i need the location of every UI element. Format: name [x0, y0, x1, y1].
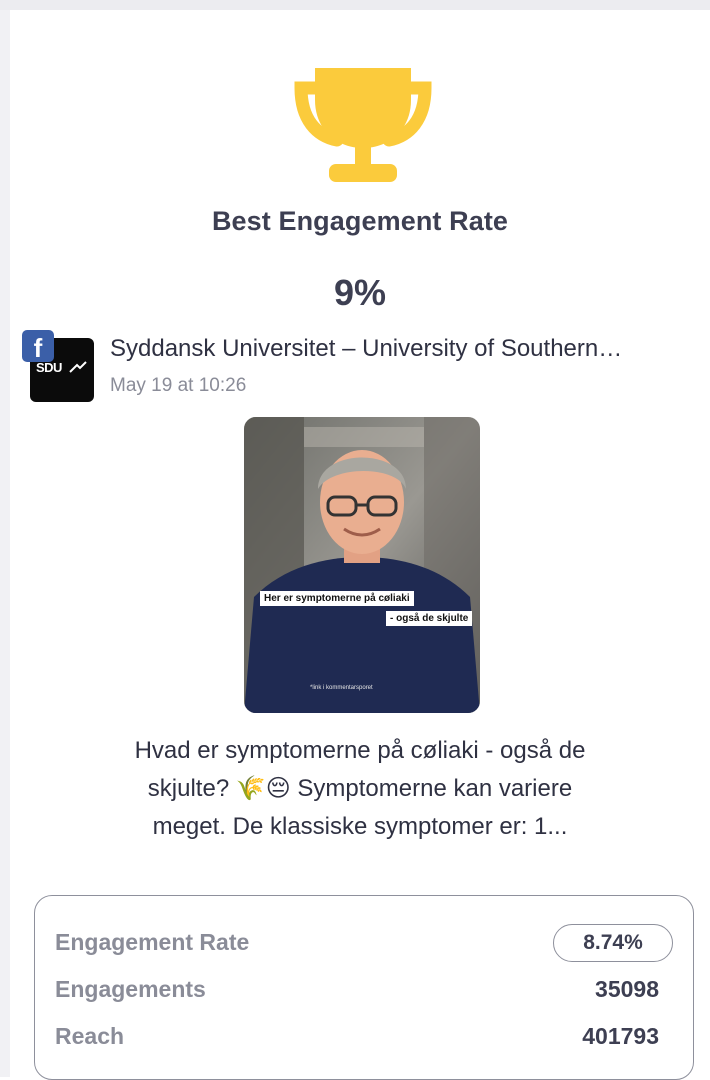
image-caption-line2: - også de skjulte: [386, 611, 473, 626]
trophy-icon: [294, 68, 432, 182]
award-value: 9%: [333, 272, 387, 313]
post-image[interactable]: Her er symptomerne på cøliaki - også de …: [244, 417, 480, 713]
stats-box: Engagement Rate 8.74% Engagements 35098 …: [34, 895, 694, 1080]
post-date: May 19 at 10:26: [110, 375, 247, 396]
post-photo: [244, 417, 480, 713]
engagement-rate-badge: 8.74%: [553, 924, 673, 962]
facebook-icon: f: [22, 330, 54, 362]
avatar-text: SDU: [36, 360, 62, 375]
top-divider: [0, 0, 710, 10]
image-caption-line1: Her er symptomerne på cøliaki: [260, 591, 414, 606]
post-text: Hvad er symptomerne på cøliaki - også de…: [134, 737, 586, 840]
best-engagement-card: Best Engagement Rate 9% SDU f Syddansk U…: [10, 10, 710, 1080]
image-footer-text: *link i kommentarsporet: [310, 685, 373, 691]
reach-value: 401793: [582, 1023, 659, 1049]
engagements-value: 35098: [595, 976, 659, 1002]
left-edge: [0, 10, 10, 1077]
award-title: Best Engagement Rate: [211, 206, 509, 236]
page-name[interactable]: Syddansk Universitet – University of Sou…: [110, 335, 700, 363]
engagement-rate-label: Engagement Rate: [55, 929, 250, 955]
engagements-label: Engagements: [55, 976, 206, 1002]
reach-label: Reach: [55, 1023, 125, 1049]
sdu-logo-icon: [69, 361, 87, 373]
